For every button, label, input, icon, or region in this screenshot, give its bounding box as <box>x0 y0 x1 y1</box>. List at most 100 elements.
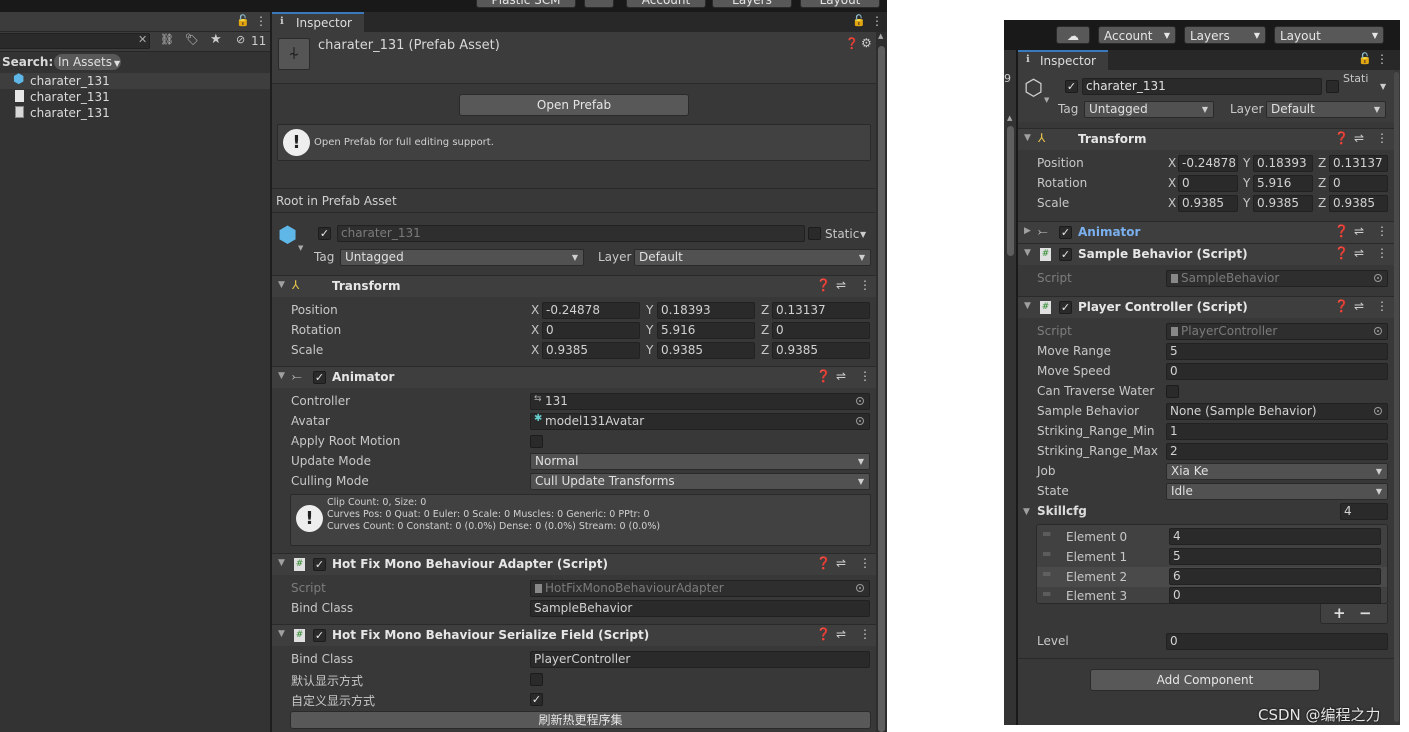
drag-handle-icon[interactable]: ═ <box>1043 527 1050 541</box>
expand-toggle-icon[interactable]: ▼ <box>1024 301 1031 311</box>
layout-dropdown[interactable]: Layout ▼ <box>1274 26 1384 44</box>
layout-dropdown[interactable]: Layout <box>800 0 880 8</box>
help-icon[interactable]: ❓ <box>1334 246 1349 260</box>
drag-handle-icon[interactable]: ═ <box>1043 567 1050 581</box>
scale-z-field[interactable]: 0.9385 <box>1329 195 1388 212</box>
rotation-x-field[interactable]: 0 <box>542 322 640 339</box>
favorite-star-icon[interactable]: ★ <box>210 32 222 47</box>
position-z-field[interactable]: 0.13137 <box>772 302 870 319</box>
job-dropdown[interactable]: Xia Ke ▼ <box>1166 463 1388 480</box>
scroll-thumb[interactable] <box>1007 126 1014 256</box>
presets-icon[interactable]: ⇌ <box>1354 246 1364 260</box>
filter-label-icon[interactable]: 🏷 <box>185 33 199 46</box>
more-menu-icon[interactable]: ⋮ <box>255 14 267 28</box>
list-item[interactable]: ⬢ charater_131 <box>0 72 270 89</box>
animator-header[interactable]: ▼ ⤚ ✓ Animator ❓ ⇌ ⋮ <box>272 366 876 388</box>
striking-range-max-input[interactable]: 2 <box>1166 443 1388 460</box>
list-item[interactable]: ═ Element 1 5 <box>1037 547 1387 567</box>
transform-header[interactable]: ▼ ⅄ Transform ❓ ⇌ ⋮ <box>272 275 876 297</box>
controller-field[interactable]: 131 <box>530 393 870 410</box>
list-item[interactable]: ═ Element 2 6 <box>1037 567 1387 587</box>
level-input[interactable]: 0 <box>1166 633 1388 650</box>
expand-toggle-icon[interactable]: ▼ <box>278 558 285 568</box>
position-y-field[interactable]: 0.18393 <box>1253 155 1313 172</box>
expand-toggle-icon[interactable]: ▼ <box>1024 133 1031 143</box>
more-menu-icon[interactable]: ⋮ <box>859 278 871 292</box>
account-dropdown[interactable]: Account <box>626 0 706 8</box>
scale-y-field[interactable]: 0.9385 <box>1253 195 1313 212</box>
list-item[interactable]: ═ Element 0 4 <box>1037 527 1387 547</box>
more-menu-icon[interactable]: ⋮ <box>859 556 871 570</box>
remove-element-button[interactable]: − <box>1359 604 1372 622</box>
sample-enabled-checkbox[interactable]: ✓ <box>1059 248 1072 261</box>
plastic-scm-button[interactable]: Plastic SCM <box>476 0 576 8</box>
position-y-field[interactable]: 0.18393 <box>657 302 755 319</box>
active-checkbox[interactable]: ✓ <box>1065 80 1078 93</box>
adapter-enabled-checkbox[interactable]: ✓ <box>313 558 326 571</box>
update-mode-dropdown[interactable]: Normal ▼ <box>530 453 870 470</box>
layers-dropdown[interactable]: Layers <box>712 0 792 8</box>
help-icon[interactable]: ❓ <box>1334 131 1349 145</box>
presets-icon[interactable]: ⇌ <box>836 627 846 641</box>
layer-dropdown[interactable]: Default ▼ <box>1266 101 1386 118</box>
help-icon[interactable]: ❓ <box>816 278 831 292</box>
scroll-thumb[interactable] <box>1394 72 1399 722</box>
active-checkbox[interactable]: ✓ <box>318 227 331 240</box>
can-traverse-water-checkbox[interactable] <box>1166 385 1179 398</box>
lock-icon[interactable]: 🔓 <box>236 14 250 27</box>
more-menu-icon[interactable]: ⋮ <box>859 369 871 383</box>
transform-header[interactable]: ▼ ⅄ Transform ❓ ⇌ ⋮ <box>1018 128 1394 150</box>
bind-class-input[interactable]: PlayerController <box>530 651 870 668</box>
more-menu-icon[interactable]: ⋮ <box>1376 224 1388 238</box>
open-prefab-button[interactable]: Open Prefab <box>459 94 689 116</box>
layer-dropdown[interactable]: Default ▼ <box>634 249 871 266</box>
gear-icon[interactable]: ⚙ <box>861 36 872 50</box>
tab-inspector[interactable]: ℹ Inspector <box>272 12 364 32</box>
help-icon[interactable]: ❓ <box>1334 299 1349 313</box>
lock-icon[interactable]: 🔓 <box>1358 52 1372 65</box>
list-item[interactable]: charater_131 <box>0 105 270 121</box>
clear-search-icon[interactable]: ✕ <box>138 33 147 46</box>
sample-behavior-header[interactable]: ▼ # ✓ Sample Behavior (Script) ❓ ⇌ ⋮ <box>1018 243 1394 265</box>
element-input[interactable]: 4 <box>1169 528 1381 545</box>
adapter-header[interactable]: ▼ # ✓ Hot Fix Mono Behaviour Adapter (Sc… <box>272 553 876 575</box>
expand-toggle-icon[interactable]: ▼ <box>278 280 285 290</box>
scroll-up-icon[interactable]: ▲ <box>1007 114 1012 122</box>
scale-y-field[interactable]: 0.9385 <box>657 342 755 359</box>
animator-enabled-checkbox[interactable]: ✓ <box>313 371 326 384</box>
state-dropdown[interactable]: Idle ▼ <box>1166 483 1388 500</box>
default-display-checkbox[interactable] <box>530 673 543 686</box>
rotation-z-field[interactable]: 0 <box>772 322 870 339</box>
object-picker-icon[interactable] <box>1374 407 1382 415</box>
custom-display-checkbox[interactable]: ✓ <box>530 693 543 706</box>
expand-toggle-icon[interactable]: ▼ <box>1023 507 1030 517</box>
serialize-header[interactable]: ▼ # ✓ Hot Fix Mono Behaviour Serialize F… <box>272 624 876 646</box>
refresh-assembly-button[interactable]: 刷新热更程序集 <box>290 711 871 729</box>
drag-handle-icon[interactable]: ═ <box>1043 547 1050 561</box>
apply-root-motion-checkbox[interactable] <box>530 435 543 448</box>
avatar-field[interactable]: model131Avatar <box>530 413 870 430</box>
help-icon[interactable]: ❓ <box>816 556 831 570</box>
animator-header[interactable]: ▶ ⤚ ✓ Animator ❓ ⇌ ⋮ <box>1018 221 1394 243</box>
add-component-button[interactable]: Add Component <box>1090 669 1320 691</box>
rotation-y-field[interactable]: 5.916 <box>657 322 755 339</box>
expand-toggle-icon[interactable]: ▶ <box>1024 226 1031 236</box>
layers-dropdown[interactable]: Layers ▼ <box>1184 26 1266 44</box>
presets-icon[interactable]: ⇌ <box>1354 131 1364 145</box>
more-menu-icon[interactable]: ⋮ <box>1376 131 1388 145</box>
scale-z-field[interactable]: 0.9385 <box>772 342 870 359</box>
animator-enabled-checkbox[interactable]: ✓ <box>1059 226 1072 239</box>
skillcfg-size-input[interactable]: 4 <box>1340 503 1388 520</box>
project-search-input[interactable] <box>0 33 150 49</box>
scale-x-field[interactable]: 0.9385 <box>1178 195 1238 212</box>
more-menu-icon[interactable]: ⋮ <box>859 627 871 641</box>
hidden-packages-icon[interactable]: ⊘ <box>236 33 245 46</box>
lock-icon[interactable]: 🔓 <box>852 14 866 27</box>
help-icon[interactable]: ❓ <box>816 369 831 383</box>
chevron-down-icon[interactable]: ▼ <box>1380 82 1386 91</box>
help-icon[interactable]: ❓ <box>845 37 859 50</box>
presets-icon[interactable]: ⇌ <box>1354 299 1364 313</box>
inspector-scrollbar[interactable]: ▲ <box>876 32 887 732</box>
culling-mode-dropdown[interactable]: Cull Update Transforms ▼ <box>530 473 870 490</box>
drag-handle-icon[interactable]: ═ <box>1043 587 1050 601</box>
